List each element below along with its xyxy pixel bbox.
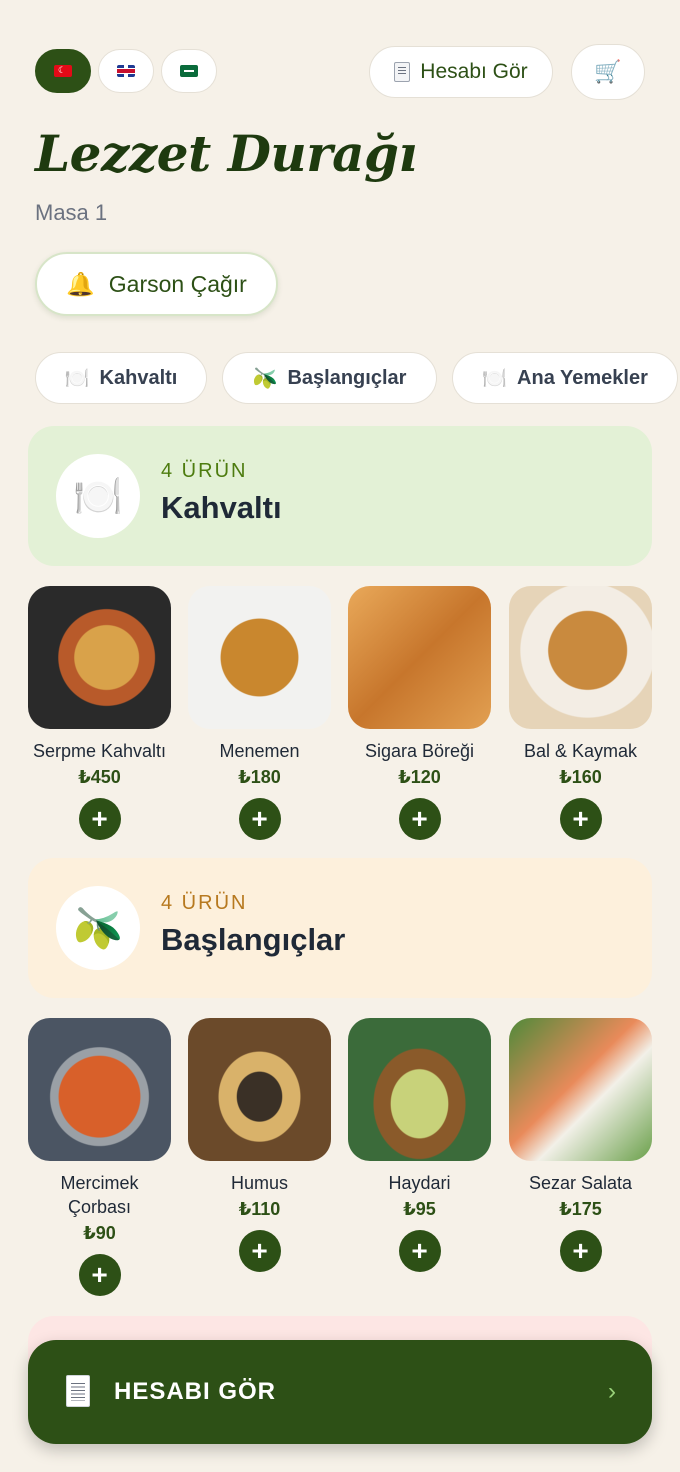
item-price: ₺120	[398, 767, 441, 787]
language-tr-button[interactable]	[35, 49, 91, 93]
menu-item[interactable]: Sigara Böreği ₺120 +	[348, 586, 491, 840]
tab-baslangiclar[interactable]: 🫒 Başlangıçlar	[222, 352, 437, 404]
item-price: ₺110	[238, 1199, 281, 1219]
menu-item[interactable]: Serpme Kahvaltı ₺450 +	[28, 586, 171, 840]
cart-icon: 🛒	[594, 59, 622, 84]
tab-kahvalti[interactable]: 🍽️ Kahvaltı	[35, 352, 207, 404]
item-name: Haydari	[388, 1173, 451, 1193]
section-header-baslangiclar: 🫒 4 ÜRÜN Başlangıçlar	[28, 858, 652, 998]
menu-item[interactable]: Mercimek Çorbası ₺90 +	[28, 1018, 171, 1296]
plate-icon: 🍽️	[56, 454, 140, 538]
tab-label: Başlangıçlar	[287, 366, 407, 389]
item-price: ₺450	[78, 767, 121, 787]
item-price: ₺95	[403, 1199, 436, 1219]
view-bill-button[interactable]: Hesabı Gör	[369, 46, 553, 98]
saudi-flag-icon	[180, 65, 198, 77]
item-name: Sigara Böreği	[364, 741, 475, 761]
food-image	[28, 1018, 171, 1161]
item-price: ₺175	[559, 1199, 602, 1219]
item-name: Mercimek Çorbası	[60, 1173, 139, 1217]
add-to-cart-button[interactable]: +	[559, 1230, 602, 1272]
section-header-kahvalti: 🍽️ 4 ÜRÜN Kahvaltı	[28, 426, 652, 566]
menu-item[interactable]: Bal & Kaymak ₺160 +	[509, 586, 652, 840]
category-tabs: 🍽️ Kahvaltı 🫒 Başlangıçlar 🍽️ Ana Yemekl…	[35, 352, 680, 406]
receipt-icon	[394, 62, 411, 82]
chevron-right-icon: ›	[608, 1378, 616, 1405]
menu-item[interactable]: Sezar Salata ₺175 +	[509, 1018, 652, 1272]
item-name: Bal & Kaymak	[523, 741, 638, 761]
tab-ana-yemekler[interactable]: 🍽️ Ana Yemekler	[452, 352, 678, 404]
item-count: 4 ÜRÜN	[161, 460, 248, 482]
top-bar: Hesabı Gör 🛒	[35, 44, 645, 100]
language-ar-button[interactable]	[161, 49, 217, 93]
add-to-cart-button[interactable]: +	[78, 1254, 121, 1296]
table-label: Masa 1	[35, 200, 108, 225]
item-price: ₺160	[559, 767, 602, 787]
cart-button[interactable]: 🛒	[571, 44, 645, 100]
add-to-cart-button[interactable]: +	[238, 1230, 281, 1272]
tab-label: Ana Yemekler	[517, 366, 648, 389]
item-count: 4 ÜRÜN	[161, 892, 248, 914]
add-to-cart-button[interactable]: +	[559, 798, 602, 840]
item-price: ₺180	[238, 767, 281, 787]
menu-item[interactable]: Haydari ₺95 +	[348, 1018, 491, 1272]
add-to-cart-button[interactable]: +	[78, 798, 121, 840]
item-price: ₺90	[83, 1223, 116, 1243]
food-image	[348, 586, 491, 729]
call-waiter-label: Garson Çağır	[108, 270, 247, 297]
receipt-icon	[66, 1375, 90, 1407]
olive-icon: 🫒	[56, 886, 140, 970]
olive-icon: 🫒	[252, 367, 278, 390]
food-image	[188, 586, 331, 729]
food-image	[188, 1018, 331, 1161]
bell-icon: 🔔	[66, 270, 95, 297]
add-to-cart-button[interactable]: +	[398, 798, 441, 840]
plate-icon: 🍽️	[482, 367, 508, 390]
section-title: Kahvaltı	[161, 490, 282, 525]
menu-item[interactable]: Menemen ₺180 +	[188, 586, 331, 840]
plate-icon: 🍽️	[64, 367, 90, 390]
food-image	[509, 586, 652, 729]
uk-flag-icon	[117, 65, 135, 77]
food-image	[348, 1018, 491, 1161]
add-to-cart-button[interactable]: +	[238, 798, 281, 840]
menu-item[interactable]: Humus ₺110 +	[188, 1018, 331, 1272]
item-name: Menemen	[219, 741, 300, 761]
item-name: Humus	[230, 1173, 288, 1193]
view-bill-bar-label: HESABI GÖR	[114, 1378, 277, 1405]
tab-label: Kahvaltı	[99, 366, 178, 389]
restaurant-title: Lezzet Durağı	[35, 124, 417, 183]
section-title: Başlangıçlar	[161, 922, 346, 957]
call-waiter-button[interactable]: 🔔 Garson Çağır	[35, 252, 278, 316]
view-bill-label: Hesabı Gör	[420, 60, 528, 83]
view-bill-bar[interactable]: HESABI GÖR ›	[28, 1340, 652, 1444]
language-en-button[interactable]	[98, 49, 154, 93]
add-to-cart-button[interactable]: +	[398, 1230, 441, 1272]
food-image	[28, 586, 171, 729]
item-name: Sezar Salata	[528, 1173, 633, 1193]
item-name: Serpme Kahvaltı	[32, 741, 167, 761]
turkey-flag-icon	[54, 65, 72, 77]
food-image	[509, 1018, 652, 1161]
